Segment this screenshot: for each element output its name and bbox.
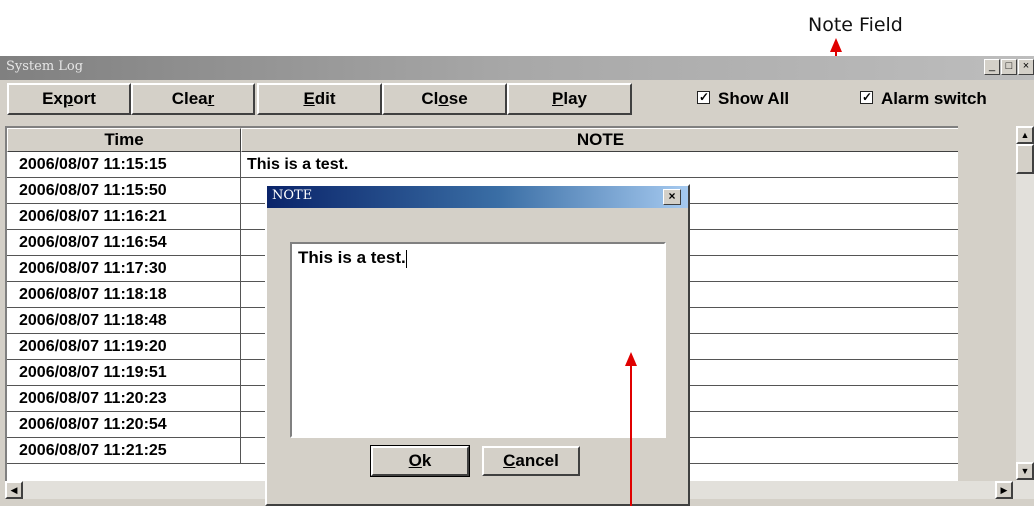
close-window-button[interactable]: × xyxy=(1018,59,1034,75)
cell-note[interactable]: This is a test. xyxy=(241,152,958,178)
cell-time[interactable]: 2006/08/07 11:19:20 xyxy=(7,334,241,360)
cell-time[interactable]: 2006/08/07 11:20:54 xyxy=(7,412,241,438)
cell-time[interactable]: 2006/08/07 11:17:30 xyxy=(7,256,241,282)
note-dialog: NOTE × This is a test. Ok Cancel xyxy=(265,184,690,506)
note-text: This is a test. xyxy=(298,248,406,267)
play-button[interactable]: Play xyxy=(507,83,632,115)
alarm-switch-checkbox[interactable]: ✓ xyxy=(860,90,873,105)
table-right-area: ▲ ▼ xyxy=(958,126,1034,496)
dialog-close-button[interactable]: × xyxy=(663,189,681,205)
annotation-arrow-line-2 xyxy=(630,364,632,506)
note-textarea[interactable]: This is a test. xyxy=(290,242,666,438)
scroll-down-button[interactable]: ▼ xyxy=(1016,462,1034,480)
cell-time[interactable]: 2006/08/07 11:15:15 xyxy=(7,152,241,178)
cell-time[interactable]: 2006/08/07 11:18:48 xyxy=(7,308,241,334)
alarm-switch-toggle[interactable]: ✓ Alarm switch xyxy=(860,89,987,109)
close-button[interactable]: Close xyxy=(382,83,507,115)
note-field-annotation: Note Field xyxy=(808,14,903,36)
cell-time[interactable]: 2006/08/07 11:15:50 xyxy=(7,178,241,204)
minimize-button[interactable]: _ xyxy=(984,59,1000,75)
cell-time[interactable]: 2006/08/07 11:16:54 xyxy=(7,230,241,256)
cell-time[interactable]: 2006/08/07 11:19:51 xyxy=(7,360,241,386)
cell-time[interactable]: 2006/08/07 11:18:18 xyxy=(7,282,241,308)
cell-time[interactable]: 2006/08/07 11:20:23 xyxy=(7,386,241,412)
vertical-scrollbar[interactable]: ▲ ▼ xyxy=(1016,126,1034,496)
edit-button[interactable]: Edit xyxy=(257,83,382,115)
text-caret xyxy=(405,249,407,268)
scroll-left-button[interactable]: ◀ xyxy=(5,481,23,499)
ok-button[interactable]: Ok xyxy=(370,445,470,477)
export-button[interactable]: Export xyxy=(7,83,131,115)
cancel-button[interactable]: Cancel xyxy=(482,446,580,476)
checkmark-icon: ✓ xyxy=(699,90,710,105)
window-titlebar: System Log _ □ × xyxy=(0,56,1034,80)
scroll-up-button[interactable]: ▲ xyxy=(1016,126,1034,144)
show-all-checkbox[interactable]: ✓ xyxy=(697,90,710,105)
window-title: System Log xyxy=(6,59,84,74)
maximize-button[interactable]: □ xyxy=(1001,59,1017,75)
scroll-thumb[interactable] xyxy=(1016,144,1034,174)
header-note[interactable]: NOTE xyxy=(241,128,958,152)
clear-button[interactable]: Clear xyxy=(131,83,255,115)
scroll-right-button[interactable]: ▶ xyxy=(995,481,1013,499)
checkmark-icon: ✓ xyxy=(862,90,873,105)
header-time[interactable]: Time xyxy=(7,128,241,152)
cell-time[interactable]: 2006/08/07 11:16:21 xyxy=(7,204,241,230)
dialog-title: NOTE xyxy=(272,188,313,203)
table-row[interactable]: 2006/08/07 11:15:15 This is a test. xyxy=(7,152,958,178)
dialog-titlebar: NOTE × xyxy=(267,186,688,208)
cell-time[interactable]: 2006/08/07 11:21:25 xyxy=(7,438,241,464)
show-all-toggle[interactable]: ✓ Show All xyxy=(697,89,789,109)
